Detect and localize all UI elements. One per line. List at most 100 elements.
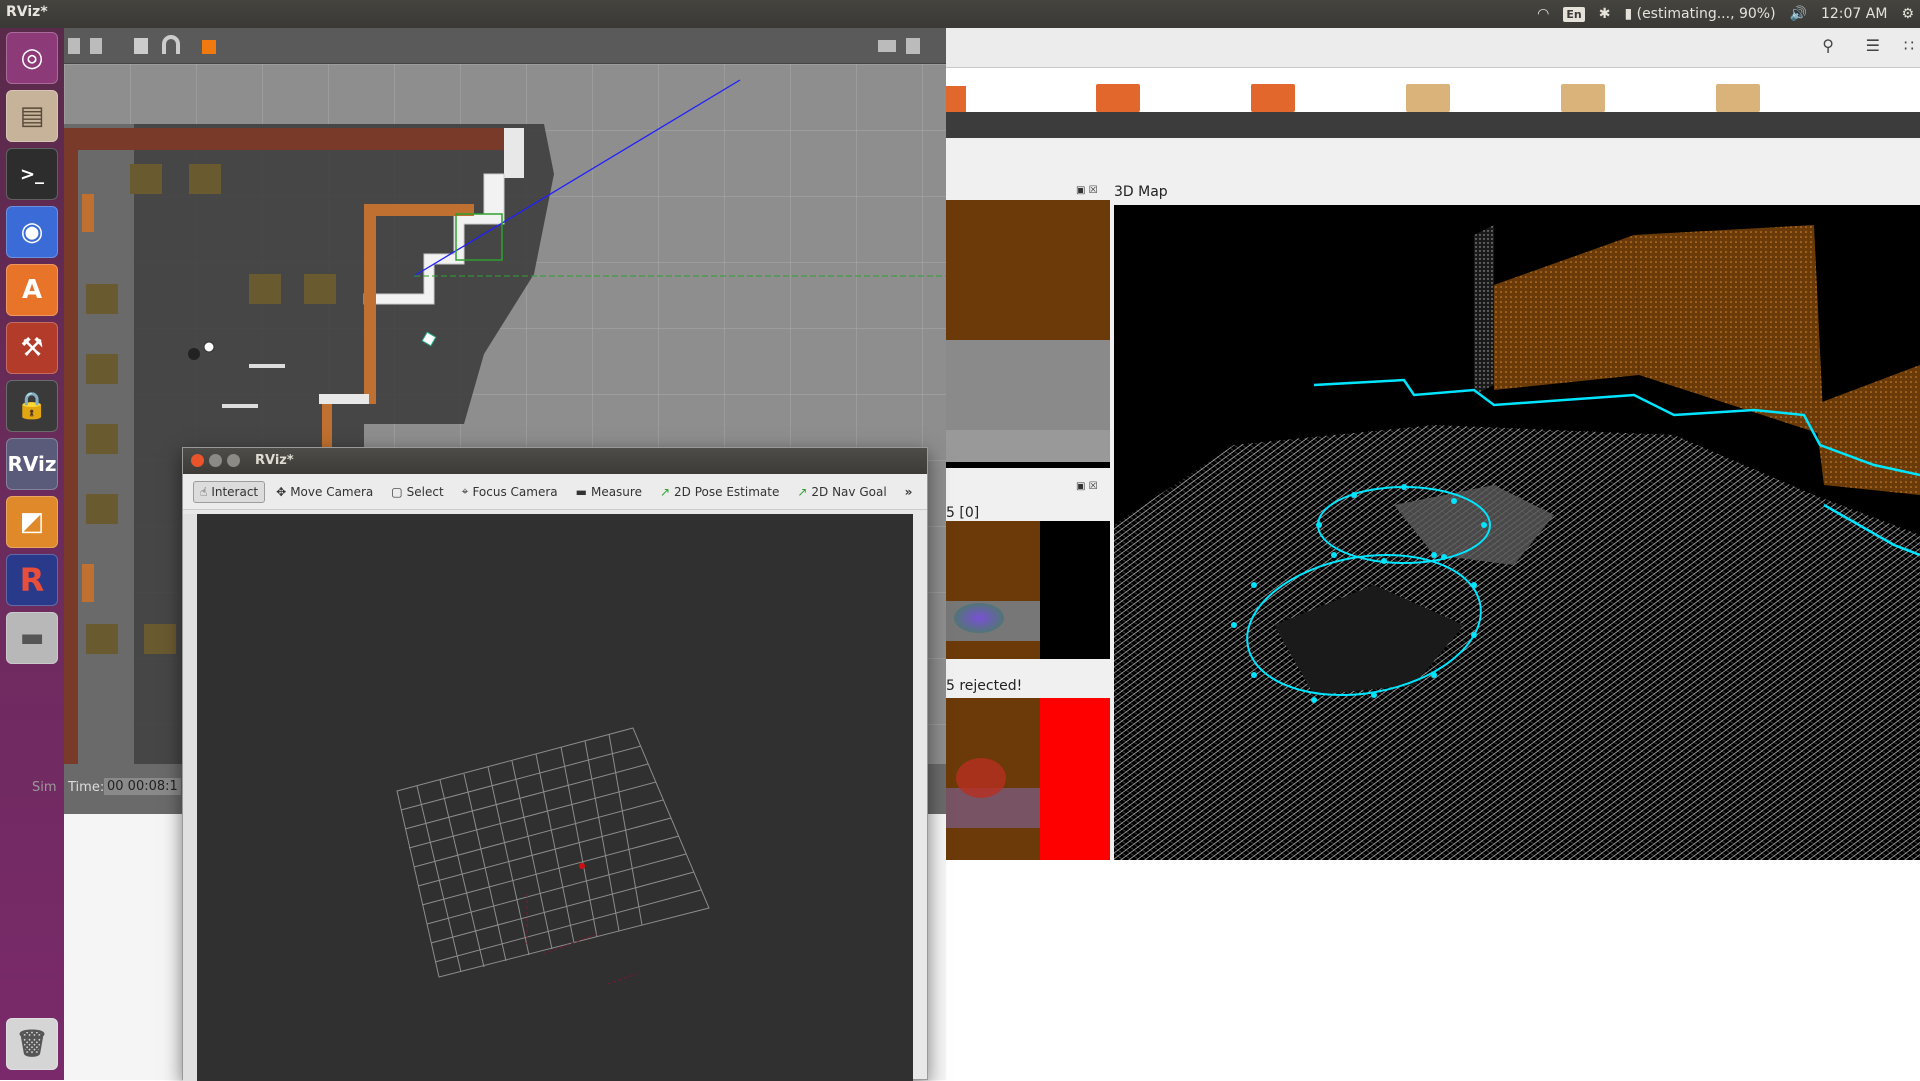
gazebo-icon[interactable]: ◩ [6, 496, 58, 548]
gazebo-toolbar-icons [68, 35, 920, 54]
disk-icon[interactable]: ▬ [6, 612, 58, 664]
rviz-title: RViz* [255, 453, 294, 468]
pointcloud-map [1114, 225, 1920, 860]
files-icon[interactable]: ▤ [6, 90, 58, 142]
wall-points [1814, 365, 1920, 495]
panel-float-icon[interactable]: ▣ ☒ [1076, 185, 1098, 196]
minimize-icon[interactable] [209, 454, 222, 467]
sim-label: Sim [32, 780, 57, 795]
folder-icon [1096, 84, 1140, 112]
file-manager-bottom [946, 112, 1920, 138]
wifi-icon[interactable]: ◠ [1537, 6, 1549, 22]
log-icon [906, 38, 920, 54]
package-icon [1561, 84, 1605, 112]
ruler-icon: ▬ [575, 484, 587, 499]
tool-label: Focus Camera [472, 484, 558, 499]
rviz-launcher-label: RViz [7, 452, 57, 476]
box [86, 354, 118, 384]
rstudio-label: R [19, 561, 45, 599]
box [86, 284, 118, 314]
floor-points [1114, 425, 1920, 860]
package-icon [1716, 84, 1760, 112]
rviz-grid [396, 727, 710, 985]
robot-obstacle [188, 348, 200, 360]
left-dock-handle[interactable] [183, 514, 197, 1081]
rviz-titlebar[interactable]: RViz* [183, 448, 927, 474]
grid-view-icon[interactable]: ∷ [1904, 36, 1914, 55]
keyboard-indicator[interactable]: En [1563, 6, 1585, 22]
screen-lock-icon[interactable]: 🔒 [6, 380, 58, 432]
3d-map-view[interactable] [1114, 205, 1920, 860]
rstudio-icon[interactable]: R [6, 554, 58, 606]
ground-grid [396, 727, 710, 978]
tool-2d-nav-goal[interactable]: ↗ 2D Nav Goal [790, 481, 893, 503]
tool-2d-pose-estimate[interactable]: ↗ 2D Pose Estimate [653, 481, 786, 503]
launcher: ◎ ▤ >_ ◉ A ⚒ 🔒 RViz ◩ R ▬ 🗑 [0, 28, 64, 1080]
tool-label: Measure [590, 484, 642, 499]
settings-gear-icon[interactable]: ⚙ [1901, 6, 1914, 22]
time-label: Time: [68, 780, 105, 795]
robot-marker [579, 863, 585, 869]
tool-focus-camera[interactable]: ⌖ Focus Camera [455, 480, 565, 503]
box [144, 624, 176, 654]
hand-icon: ☝ [200, 484, 208, 499]
battery-text: (estimating..., 90%) [1636, 6, 1776, 22]
rviz-toolbar: ☝ Interact ✥ Move Camera ▢ Select ⌖ Focus Ca… [183, 474, 927, 510]
tool-interact[interactable]: ☝ Interact [193, 480, 266, 503]
tool-label: Move Camera [290, 484, 374, 499]
box [249, 274, 281, 304]
rviz-3d-view[interactable] [197, 514, 913, 1081]
rviz-launcher-icon[interactable]: RViz [6, 438, 58, 490]
software-center-icon[interactable]: A [6, 264, 58, 316]
system-tray: ◠ En ✱ ▮ (estimating..., 90%) 🔊 12:07 AM… [1537, 0, 1920, 28]
tool-label: 2D Pose Estimate [674, 484, 780, 499]
box [189, 164, 221, 194]
paste-icon [90, 38, 102, 54]
system-settings-icon[interactable]: ⚒ [6, 322, 58, 374]
toolbar-overflow-button[interactable]: » [898, 481, 920, 503]
sim-time-value: 00 00:08:1 [104, 778, 181, 795]
rejected-text: 5 rejected! [946, 678, 1023, 694]
tool-measure[interactable]: ▬ Measure [569, 481, 649, 503]
copy-icon [68, 38, 80, 54]
maximize-icon[interactable] [227, 454, 240, 467]
volume-icon[interactable]: 🔊 [1790, 6, 1807, 22]
wall-points [1634, 225, 1824, 435]
chrome-icon[interactable]: ◉ [6, 206, 58, 258]
search-icon[interactable]: ⚲ [1822, 36, 1834, 55]
terminal-icon[interactable]: >_ [6, 148, 58, 200]
wall [64, 150, 78, 764]
battery-indicator[interactable]: ▮ (estimating..., 90%) [1624, 6, 1775, 22]
tool-select[interactable]: ▢ Select [384, 481, 450, 503]
panel-index-label: 5 [0] [946, 505, 980, 521]
move-camera-icon: ✥ [276, 484, 287, 499]
wall [64, 128, 524, 150]
clock[interactable]: 12:07 AM [1821, 6, 1887, 22]
tool-label: Select [406, 484, 444, 499]
gazebo-toolbar [64, 28, 946, 64]
list-view-icon[interactable]: ☰ [1866, 36, 1880, 55]
depth-panel [946, 698, 1110, 860]
pose-arrow-icon: ↗ [659, 484, 671, 499]
package-icon [1406, 84, 1450, 112]
close-icon[interactable] [191, 454, 204, 467]
tool-move-camera[interactable]: ✥ Move Camera [269, 481, 380, 503]
wall [319, 394, 369, 404]
tool-label: 2D Nav Goal [811, 484, 887, 499]
panel-float-icon-2[interactable]: ▣ ☒ [1076, 481, 1098, 492]
view-angle-icon [202, 40, 216, 54]
bluetooth-icon[interactable]: ✱ [1599, 6, 1611, 22]
snap-icon [162, 35, 180, 54]
trash-icon[interactable]: 🗑 [6, 1018, 58, 1070]
screenshot-icon [878, 40, 896, 52]
file-manager-icons [946, 68, 1920, 112]
wall-points [1474, 225, 1494, 395]
ubuntu-dash-icon[interactable]: ◎ [6, 32, 58, 84]
box [130, 164, 162, 194]
box [86, 494, 118, 524]
box [86, 624, 118, 654]
map-panel-title: 3D Map [1114, 184, 1168, 200]
camera-panel-top [946, 200, 1110, 462]
wall [504, 128, 524, 178]
select-icon: ▢ [391, 484, 403, 499]
